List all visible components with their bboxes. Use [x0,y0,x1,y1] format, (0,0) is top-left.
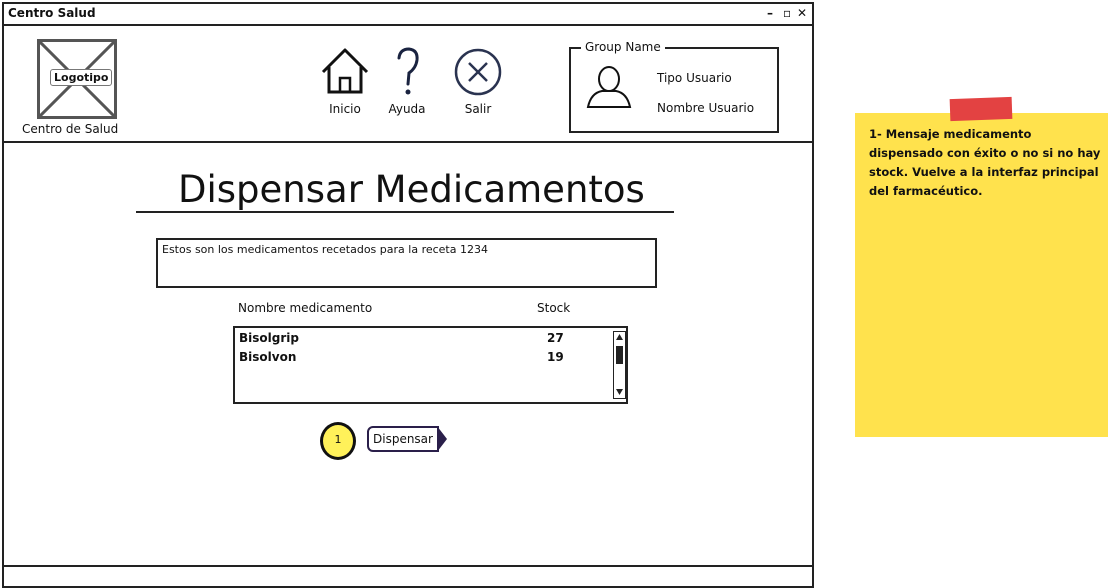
nav-salir-button[interactable]: Salir [451,46,505,116]
scroll-down-icon[interactable] [615,388,624,396]
app-window: Centro Salud – ▫ ✕ Logotipo Centro de Sa… [2,2,814,588]
medication-stock: 27 [547,331,564,345]
logo-label: Logotipo [50,69,113,86]
logo-caption: Centro de Salud [22,122,119,136]
prescription-message: Estos son los medicamentos recetados par… [162,243,488,256]
annotation-text: 1- Mensaje medicamento dispensado con éx… [869,127,1101,198]
scroll-thumb[interactable] [616,346,623,364]
nav-inicio-label: Inicio [329,102,361,116]
title-bar: Centro Salud – ▫ ✕ [4,4,812,26]
group-legend: Group Name [581,40,665,54]
list-item[interactable]: Bisolgrip 27 [235,331,605,349]
help-icon [397,47,419,95]
step-badge: 1 [320,422,356,460]
nav-ayuda-button[interactable]: Ayuda [380,46,434,116]
annotation-note: 1- Mensaje medicamento dispensado con éx… [855,113,1108,437]
scroll-up-icon[interactable] [615,333,624,341]
nav-ayuda-label: Ayuda [388,102,426,116]
dispense-button-label: Dispensar [373,432,433,446]
arrow-shape [436,428,444,450]
header-divider [4,141,812,143]
medication-stock: 19 [547,350,564,364]
list-scrollbar[interactable] [613,331,626,399]
user-icon [586,66,632,108]
column-header-name: Nombre medicamento [238,301,373,315]
home-icon [321,48,369,94]
title-underline [136,211,674,213]
minimize-icon[interactable]: – [767,6,773,20]
user-name-label: Nombre Usuario [657,101,755,115]
medication-name: Bisolvon [239,350,297,364]
close-icon[interactable]: ✕ [797,6,807,20]
user-group-box: Group Name Tipo Usuario Nombre Usuario [569,40,779,133]
window-title: Centro Salud [8,6,96,20]
list-item[interactable]: Bisolvon 19 [235,350,605,368]
user-type-label: Tipo Usuario [657,71,732,85]
logo-placeholder: Logotipo [37,39,117,119]
close-circle-icon [454,48,502,96]
maximize-icon[interactable]: ▫ [783,6,791,20]
nav-salir-label: Salir [464,102,492,116]
medication-list[interactable]: Bisolgrip 27 Bisolvon 19 [233,326,628,404]
note-tape [949,96,1013,122]
nav-inicio-button[interactable]: Inicio [318,46,372,116]
footer-divider [4,565,812,567]
column-header-stock: Stock [537,301,571,315]
prescription-message-box: Estos son los medicamentos recetados par… [156,238,657,288]
page-title: Dispensar Medicamentos [178,168,645,211]
dispense-button[interactable]: Dispensar [367,426,447,452]
medication-name: Bisolgrip [239,331,299,345]
